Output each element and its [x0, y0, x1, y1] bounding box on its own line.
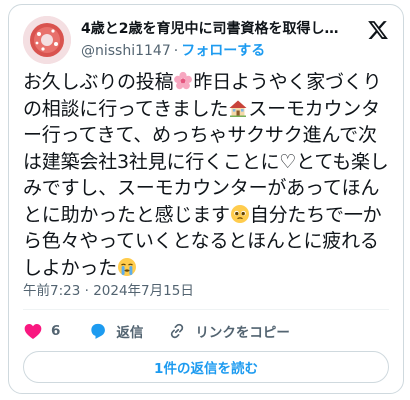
separator: ·: [173, 43, 179, 59]
tweet-timestamp[interactable]: 午前7:23 · 2024年7月15日: [23, 281, 194, 301]
x-logo-icon[interactable]: [367, 19, 389, 41]
crying-face-icon: [117, 257, 137, 277]
tweet-text: お久しぶりの投稿 昨日ようやく家づくりの相談に行ってきました スーモカウンター行って…: [23, 69, 395, 281]
author-display-name[interactable]: 4歳と2歳を育児中に司書資格を取得し…: [81, 18, 353, 40]
follow-button[interactable]: フォローする: [181, 43, 265, 59]
copy-link-button[interactable]: リンクをコピー: [167, 321, 290, 341]
like-count: 6: [51, 323, 61, 339]
reply-button[interactable]: 返信: [88, 321, 143, 341]
copy-link-label: リンクをコピー: [195, 325, 290, 341]
heart-icon: [24, 324, 42, 339]
reply-label: 返信: [116, 325, 144, 341]
read-replies-button[interactable]: 1件の返信を読む: [23, 351, 389, 383]
house-icon: [228, 98, 248, 118]
author-handle[interactable]: @nisshi1147: [81, 43, 171, 59]
author-handle-row: @nisshi1147 · フォローする: [81, 41, 265, 61]
avatar[interactable]: [23, 16, 71, 64]
action-bar: 6 返信 リンクをコピー: [23, 319, 290, 343]
pleading-face-icon: [230, 204, 250, 224]
donut-avatar-icon: [23, 16, 71, 64]
like-button[interactable]: 6: [23, 321, 60, 341]
tweet-text-part: お久しぶりの投稿: [23, 71, 174, 93]
link-icon: [171, 323, 184, 339]
tweet-card: 4歳と2歳を育児中に司書資格を取得し… @nisshi1147 · フォローする お…: [8, 4, 404, 394]
reply-bubble-icon: [91, 323, 106, 339]
author-name-row[interactable]: 4歳と2歳を育児中に司書資格を取得し…: [81, 18, 353, 40]
cherry-blossom-icon: [173, 71, 193, 91]
divider: [23, 309, 389, 310]
